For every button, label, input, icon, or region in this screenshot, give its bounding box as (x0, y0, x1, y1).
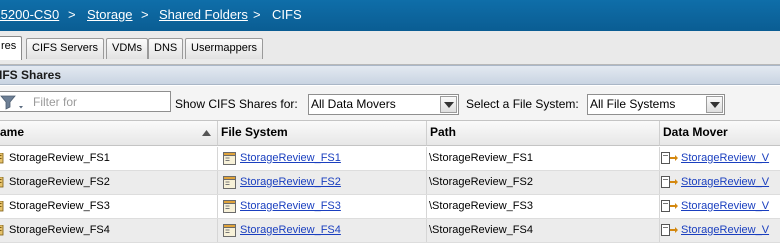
filter-input[interactable] (33, 93, 165, 110)
column-header-path[interactable]: Path (427, 121, 660, 146)
name-cell: StorageReview_FS4 (0, 219, 218, 242)
tab-strip: res CIFS Servers VDMs DNS Usermappers (0, 31, 780, 65)
column-header-label: ame (0, 125, 25, 139)
data-mover-cell: StorageReview_V (660, 147, 780, 170)
shares-table: ame File System Path Data Mover StorageR… (0, 120, 780, 252)
table-row[interactable]: StorageReview_FS1 StorageReview_FS1 \Stora… (0, 147, 780, 171)
share-icon (0, 153, 4, 164)
tab-cifs-servers[interactable]: CIFS Servers (26, 38, 105, 59)
tab-label: Usermappers (191, 42, 258, 54)
file-system-select-value: All File Systems (590, 97, 676, 111)
breadcrumb-separator: > (141, 7, 149, 22)
file-system-cell: StorageReview_FS3 (218, 195, 427, 218)
share-path: \StorageReview_FS3 (429, 200, 533, 212)
column-header-name[interactable]: ame (0, 121, 218, 146)
sort-ascending-icon (202, 130, 211, 136)
chevron-down-icon[interactable] (440, 96, 457, 113)
file-system-icon (223, 176, 236, 189)
tab-label: CIFS Servers (32, 42, 99, 54)
column-header-file-system[interactable]: File System (218, 121, 427, 146)
file-system-cell: StorageReview_FS2 (218, 171, 427, 194)
breadcrumb-system-link[interactable]: X5200-CS0 (0, 7, 59, 22)
file-system-icon (223, 224, 236, 237)
breadcrumb: X5200-CS0 > Storage > Shared Folders > C… (0, 0, 780, 31)
chevron-down-icon[interactable] (706, 96, 723, 113)
breadcrumb-storage-link[interactable]: Storage (87, 7, 133, 22)
breadcrumb-current: CIFS (272, 7, 302, 22)
file-system-icon (223, 200, 236, 213)
file-system-cell: StorageReview_FS1 (218, 147, 427, 170)
file-system-cell: StorageReview_FS4 (218, 219, 427, 242)
tab-label: DNS (154, 42, 178, 54)
panel-header: IFS Shares (0, 65, 780, 85)
file-system-link[interactable]: StorageReview_FS3 (240, 200, 341, 212)
table-row[interactable]: StorageReview_FS3 StorageReview_FS3 \Stora… (0, 195, 780, 219)
filter-funnel-icon[interactable] (0, 94, 28, 113)
share-icon (0, 177, 4, 188)
tab-vdms[interactable]: VDMs (106, 38, 148, 59)
data-mover-icon (661, 224, 678, 236)
tab-usermappers[interactable]: Usermappers (185, 38, 264, 59)
file-system-select[interactable]: All File Systems (587, 94, 725, 115)
data-mover-select-value: All Data Movers (311, 97, 396, 111)
column-header-label: Path (430, 125, 457, 139)
filter-box[interactable] (0, 91, 171, 112)
path-cell: \StorageReview_FS4 (427, 219, 660, 242)
path-cell: \StorageReview_FS3 (427, 195, 660, 218)
data-mover-link[interactable]: StorageReview_V (681, 176, 769, 188)
data-mover-link[interactable]: StorageReview_V (681, 152, 769, 164)
share-path: \StorageReview_FS2 (429, 176, 533, 188)
toolbar: Show CIFS Shares for: All Data Movers Se… (0, 86, 780, 120)
data-mover-cell: StorageReview_V (660, 195, 780, 218)
breadcrumb-separator: > (253, 7, 261, 22)
path-cell: \StorageReview_FS2 (427, 171, 660, 194)
name-cell: StorageReview_FS2 (0, 171, 218, 194)
panel-title: IFS Shares (0, 68, 62, 82)
data-mover-icon (661, 176, 678, 188)
data-mover-select[interactable]: All Data Movers (308, 94, 459, 115)
column-header-label: Data Mover (663, 125, 728, 139)
data-mover-link[interactable]: StorageReview_V (681, 224, 769, 236)
data-mover-link[interactable]: StorageReview_V (681, 200, 769, 212)
path-cell: \StorageReview_FS1 (427, 147, 660, 170)
name-cell: StorageReview_FS1 (0, 147, 218, 170)
data-mover-icon (661, 152, 678, 164)
breadcrumb-separator: > (68, 7, 76, 22)
data-mover-icon (661, 200, 678, 212)
tab-shares-label: res (1, 40, 17, 52)
file-system-link[interactable]: StorageReview_FS2 (240, 176, 341, 188)
show-shares-label: Show CIFS Shares for: (175, 97, 298, 111)
tab-label: VDMs (112, 42, 142, 54)
table-row[interactable]: StorageReview_FS2 StorageReview_FS2 \Stora… (0, 171, 780, 195)
share-name: StorageReview_FS2 (9, 176, 110, 188)
tab-shares[interactable]: res (0, 36, 22, 60)
name-cell: StorageReview_FS3 (0, 195, 218, 218)
select-file-system-label: Select a File System: (466, 97, 579, 111)
breadcrumb-shared-folders-link[interactable]: Shared Folders (159, 7, 248, 22)
share-name: StorageReview_FS4 (9, 224, 110, 236)
data-mover-cell: StorageReview_V (660, 171, 780, 194)
share-name: StorageReview_FS3 (9, 200, 110, 212)
data-mover-cell: StorageReview_V (660, 219, 780, 242)
share-icon (0, 225, 4, 236)
share-path: \StorageReview_FS4 (429, 224, 533, 236)
share-name: StorageReview_FS1 (9, 152, 110, 164)
share-icon (0, 201, 4, 212)
file-system-link[interactable]: StorageReview_FS1 (240, 152, 341, 164)
file-system-icon (223, 152, 236, 165)
column-header-label: File System (221, 125, 288, 139)
tab-dns[interactable]: DNS (148, 38, 184, 59)
column-header-data-mover[interactable]: Data Mover (660, 121, 780, 146)
share-path: \StorageReview_FS1 (429, 152, 533, 164)
table-row[interactable]: StorageReview_FS4 StorageReview_FS4 \Stora… (0, 219, 780, 243)
file-system-link[interactable]: StorageReview_FS4 (240, 224, 341, 236)
